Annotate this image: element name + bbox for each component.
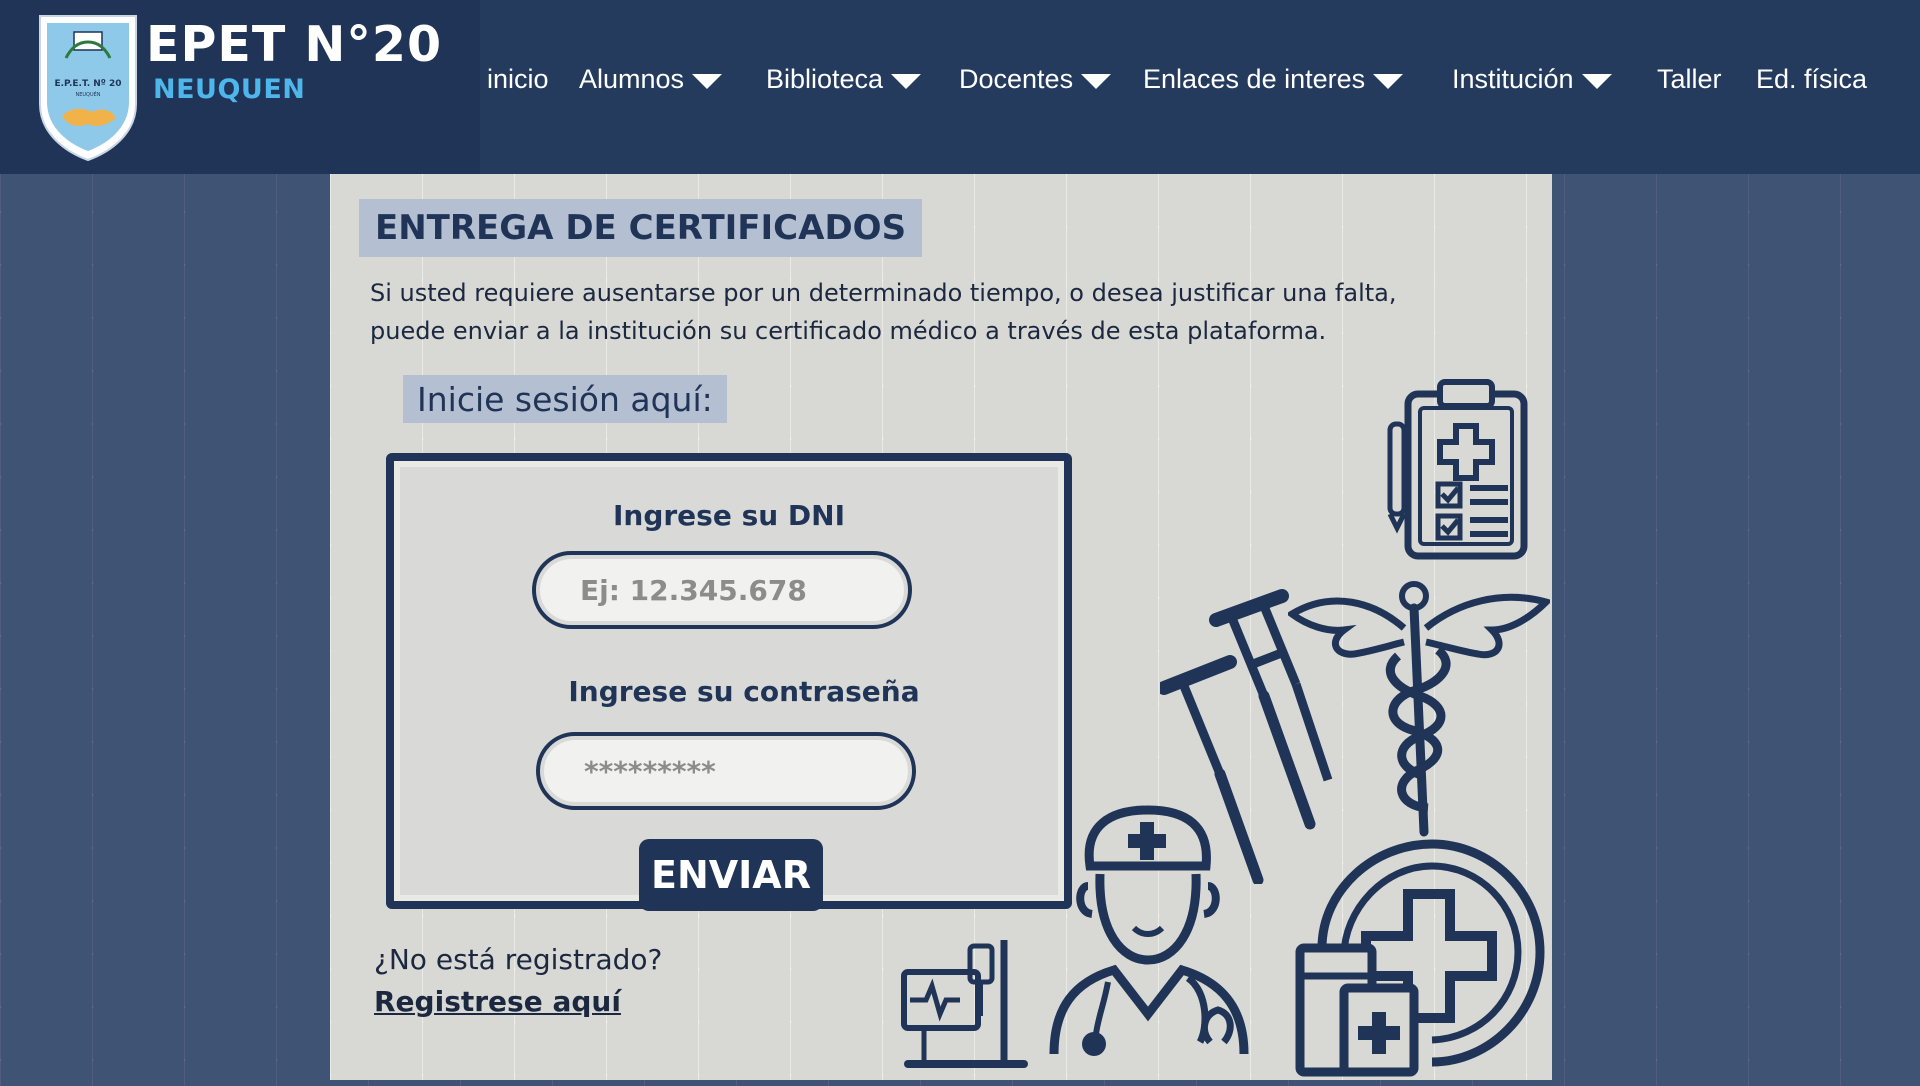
nav-item-alumnos[interactable]: Alumnos: [579, 64, 723, 95]
main-panel: ENTREGA DE CERTIFICADOS Si usted requier…: [330, 174, 1552, 1080]
nav-label-inicio: inicio: [487, 64, 549, 94]
login-label-highlight: Inicie sesión aquí:: [403, 375, 727, 423]
chevron-down-icon: [1581, 74, 1612, 89]
page-heading: ENTREGA DE CERTIFICADOS: [375, 208, 907, 248]
nav-label-biblioteca: Biblioteca: [766, 64, 884, 94]
nurse-icon: [1049, 805, 1249, 1056]
nav-item-docentes[interactable]: Docentes: [959, 64, 1112, 95]
clipboard-checklist-icon: [1387, 379, 1528, 560]
nav-label-institucion: Institución: [1452, 64, 1574, 94]
top-navigation-bar: E.P.E.T. Nº 20 NEUQUÉN EPET N°20 NEUQUEN…: [0, 0, 1920, 174]
nav-item-biblioteca[interactable]: Biblioteca: [766, 64, 922, 95]
send-button[interactable]: ENVIAR: [639, 839, 823, 911]
nav-item-ed-fisica[interactable]: Ed. física: [1756, 64, 1867, 95]
login-form: Ingrese su DNI Ingrese su contraseña ENV…: [386, 453, 1072, 911]
nav-label-alumnos: Alumnos: [579, 64, 685, 94]
medical-monitor-icon: [901, 940, 1028, 1068]
dni-input[interactable]: [532, 551, 912, 629]
chevron-down-icon: [1081, 74, 1112, 89]
nav-item-institucion[interactable]: Institución: [1452, 64, 1612, 95]
nav-item-taller[interactable]: Taller: [1657, 64, 1722, 95]
nav-label-taller: Taller: [1657, 64, 1722, 94]
intro-line-1: Si usted requiere ausentarse por un dete…: [370, 279, 1397, 307]
heading-highlight: ENTREGA DE CERTIFICADOS: [359, 199, 923, 257]
caduceus-icon: [1288, 581, 1550, 837]
intro-text: Si usted requiere ausentarse por un dete…: [370, 274, 1510, 350]
main-nav: inicio Alumnos Biblioteca Docentes Enlac…: [0, 64, 1920, 110]
chevron-down-icon: [891, 74, 922, 89]
login-label: Inicie sesión aquí:: [417, 379, 713, 419]
chevron-down-icon: [1373, 74, 1404, 89]
password-input[interactable]: [536, 732, 916, 810]
nav-label-enlaces: Enlaces de interes: [1143, 64, 1366, 94]
register-link[interactable]: Registrese aquí: [374, 985, 621, 1018]
password-label: Ingrese su contraseña: [568, 675, 920, 708]
nav-item-enlaces[interactable]: Enlaces de interes: [1143, 64, 1404, 95]
not-registered-text: ¿No está registrado?: [374, 943, 663, 976]
intro-line-2: puede enviar a la institución su certifi…: [370, 317, 1327, 345]
nav-item-inicio[interactable]: inicio: [487, 64, 549, 95]
medicine-cross-icon: [1295, 839, 1545, 1077]
nav-label-docentes: Docentes: [959, 64, 1074, 94]
dni-label: Ingrese su DNI: [612, 499, 846, 532]
chevron-down-icon: [692, 74, 723, 89]
nav-label-ed-fisica: Ed. física: [1756, 64, 1868, 94]
